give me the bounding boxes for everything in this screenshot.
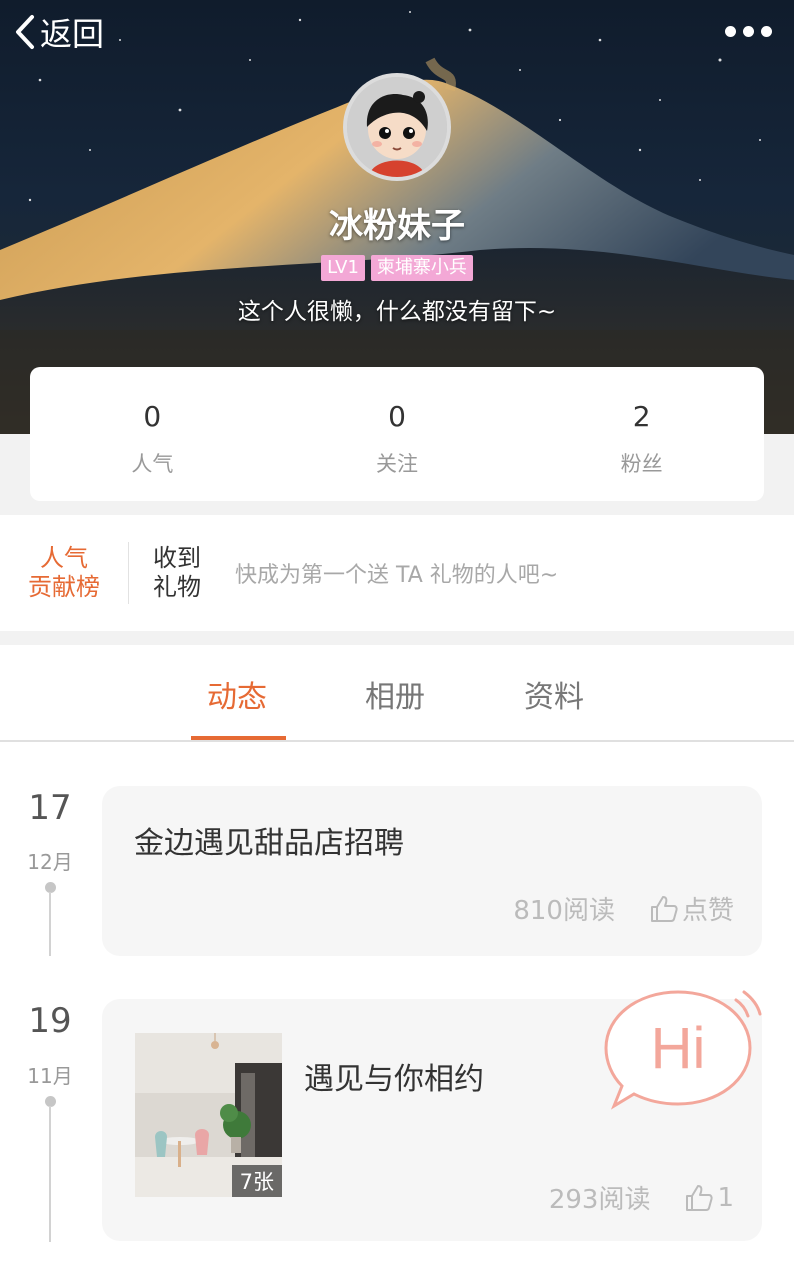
post-date-day: 19 — [28, 1001, 72, 1041]
thumbs-up-icon — [686, 1184, 714, 1211]
received-label-line1: 收到 — [153, 544, 201, 572]
thumbs-up-icon — [650, 895, 678, 922]
nickname: 冰粉妹子 — [329, 206, 465, 246]
read-count: 293阅读 — [548, 1185, 651, 1215]
post-date-month: 11月 — [27, 1064, 73, 1088]
chevron-left-icon — [16, 15, 34, 49]
timeline-line — [49, 1106, 51, 1242]
more-options-button[interactable] — [725, 14, 772, 48]
stat-popularity[interactable]: 0 人气 — [30, 367, 275, 501]
post-title: 遇见与你相约 — [304, 1062, 484, 1097]
stats-card: 0 人气 0 关注 2 粉丝 — [30, 367, 764, 501]
post-date-month: 12月 — [27, 850, 73, 874]
more-dot-icon — [743, 25, 754, 37]
photo-count: 7张 — [231, 1165, 282, 1197]
post-date-day: 17 — [28, 788, 72, 828]
like-button[interactable]: 点赞 — [649, 890, 734, 927]
read-count: 810阅读 — [513, 896, 615, 926]
received-label-line2: 礼物 — [153, 573, 201, 601]
gift-tip-text[interactable]: 快成为第一个送 TA 礼物的人吧~ — [235, 557, 558, 589]
received-gifts-label: 收到 礼物 — [129, 544, 225, 602]
stat-value: 2 — [632, 400, 651, 433]
stat-label: 粉丝 — [620, 452, 663, 476]
stat-value: 0 — [388, 400, 406, 433]
rank-label-line2: 贡献榜 — [28, 573, 100, 601]
like-count: 1 — [717, 1182, 734, 1213]
stat-fans[interactable]: 2 粉丝 — [519, 367, 764, 501]
stat-label: 关注 — [376, 452, 418, 476]
more-dot-icon — [761, 25, 772, 37]
tab-bar: 动态 相册 资料 — [0, 645, 794, 742]
post-meta: 810阅读 点赞 — [513, 890, 734, 927]
tab-album[interactable]: 相册 — [365, 672, 425, 716]
post-card[interactable]: 金边遇见甜品店招聘 810阅读 点赞 — [102, 786, 762, 956]
hi-text: Hi — [651, 1016, 706, 1081]
tab-activity[interactable]: 动态 — [207, 672, 267, 716]
stat-value: 0 — [143, 400, 162, 433]
badge-row: LV1 柬埔寨小兵 — [0, 255, 794, 281]
post-thumbnail[interactable]: 7张 — [135, 1033, 282, 1197]
avatar[interactable] — [343, 73, 451, 181]
like-label: 点赞 — [681, 896, 734, 926]
level-badge: LV1 — [321, 255, 365, 281]
say-hi-button[interactable]: Hi — [600, 986, 766, 1118]
rank-label-line1: 人气 — [40, 544, 88, 572]
stat-following[interactable]: 0 关注 — [275, 367, 520, 501]
timeline-line — [49, 892, 51, 956]
post-meta: 293阅读 1 — [549, 1179, 734, 1216]
title-badge: 柬埔寨小兵 — [370, 255, 473, 281]
back-button[interactable]: 返回 — [14, 10, 104, 54]
gift-band: 人气 贡献榜 收到 礼物 快成为第一个送 TA 礼物的人吧~ — [0, 515, 794, 631]
bio-text: 这个人很懒，什么都没有留下~ — [237, 299, 557, 325]
more-dot-icon — [725, 25, 736, 37]
post-title: 金边遇见甜品店招聘 — [134, 826, 404, 861]
chat-bubble-icon: Hi — [604, 990, 762, 1110]
active-tab-indicator — [191, 736, 286, 740]
tab-profile[interactable]: 资料 — [524, 672, 584, 716]
stat-label: 人气 — [131, 452, 174, 476]
back-label: 返回 — [40, 15, 105, 53]
like-button[interactable]: 1 — [684, 1183, 734, 1213]
cartoon-avatar-icon — [347, 77, 447, 177]
contribution-rank-button[interactable]: 人气 贡献榜 — [0, 544, 128, 602]
